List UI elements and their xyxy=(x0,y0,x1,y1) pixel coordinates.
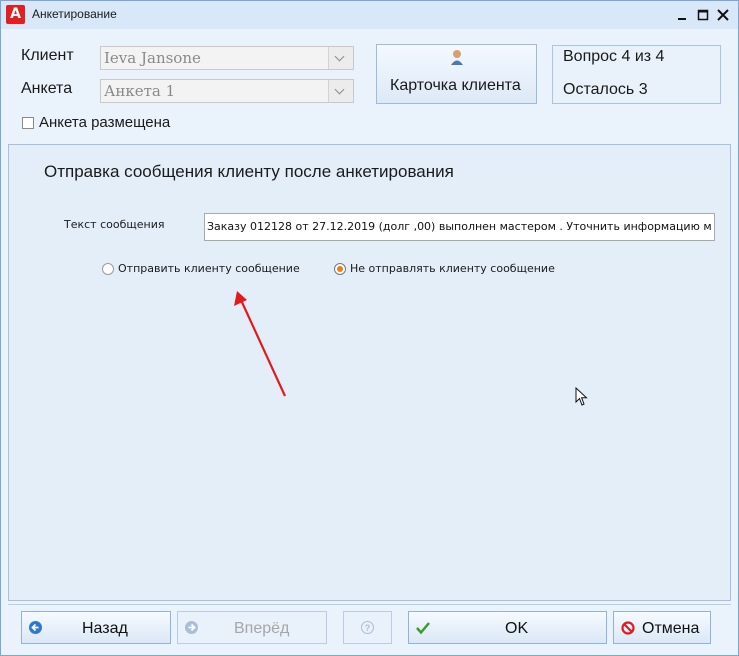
back-button[interactable]: Назад xyxy=(21,611,171,644)
close-icon[interactable] xyxy=(714,6,732,24)
mouse-cursor-icon xyxy=(575,387,588,406)
forward-label: Вперёд xyxy=(234,620,290,637)
ok-button[interactable]: OK xyxy=(408,611,607,644)
posted-checkbox-label: Анкета размещена xyxy=(39,114,171,131)
message-label: Текст сообщения xyxy=(64,218,165,231)
back-arrow-icon xyxy=(29,621,42,634)
posted-checkbox[interactable] xyxy=(22,117,34,129)
chevron-down-icon[interactable] xyxy=(328,80,353,102)
checkmark-icon xyxy=(416,622,430,635)
help-button[interactable]: ? xyxy=(343,611,392,644)
cancel-label: Отмена xyxy=(642,620,700,637)
back-label: Назад xyxy=(82,620,128,637)
window-title: Анкетирование xyxy=(32,7,117,21)
cancel-icon xyxy=(621,621,635,635)
remaining-counter: Осталось 3 xyxy=(563,81,648,98)
help-icon: ? xyxy=(361,621,374,634)
survey-label: Анкета xyxy=(21,80,73,97)
client-card-label: Карточка клиента xyxy=(390,77,521,94)
annotation-arrow xyxy=(234,291,286,397)
maximize-icon[interactable] xyxy=(694,6,712,24)
forward-button[interactable]: Вперёд xyxy=(177,611,327,644)
send-message-radio[interactable] xyxy=(102,263,114,275)
minimize-icon[interactable] xyxy=(673,6,691,24)
client-card-icon xyxy=(451,50,463,65)
survey-select-value: Анкета 1 xyxy=(104,82,176,100)
dont-send-message-radio[interactable] xyxy=(334,263,346,275)
client-select-value: Ieva Jansone xyxy=(104,49,201,67)
send-message-label: Отправить клиенту сообщение xyxy=(118,262,300,275)
message-field[interactable]: Заказу 012128 от 27.12.2019 (долг ,00) в… xyxy=(204,213,715,241)
progress-box: Вопрос 4 из 4 Осталось 3 xyxy=(552,45,721,104)
dont-send-message-label: Не отправлять клиенту сообщение xyxy=(350,262,555,275)
question-counter: Вопрос 4 из 4 xyxy=(563,48,665,65)
client-card-button[interactable]: Карточка клиента xyxy=(376,44,537,104)
chevron-down-icon[interactable] xyxy=(328,47,353,69)
footer-separator xyxy=(8,604,731,605)
client-label: Клиент xyxy=(21,47,74,64)
ok-label: OK xyxy=(505,620,529,637)
client-select[interactable]: Ieva Jansone xyxy=(100,46,354,70)
app-logo-icon: A xyxy=(6,5,25,24)
cancel-button[interactable]: Отмена xyxy=(613,611,711,644)
question-title: Отправка сообщения клиенту после анкетир… xyxy=(44,162,454,181)
forward-arrow-icon xyxy=(185,621,198,634)
survey-select[interactable]: Анкета 1 xyxy=(100,79,354,103)
message-text: Заказу 012128 от 27.12.2019 (долг ,00) в… xyxy=(207,220,712,233)
